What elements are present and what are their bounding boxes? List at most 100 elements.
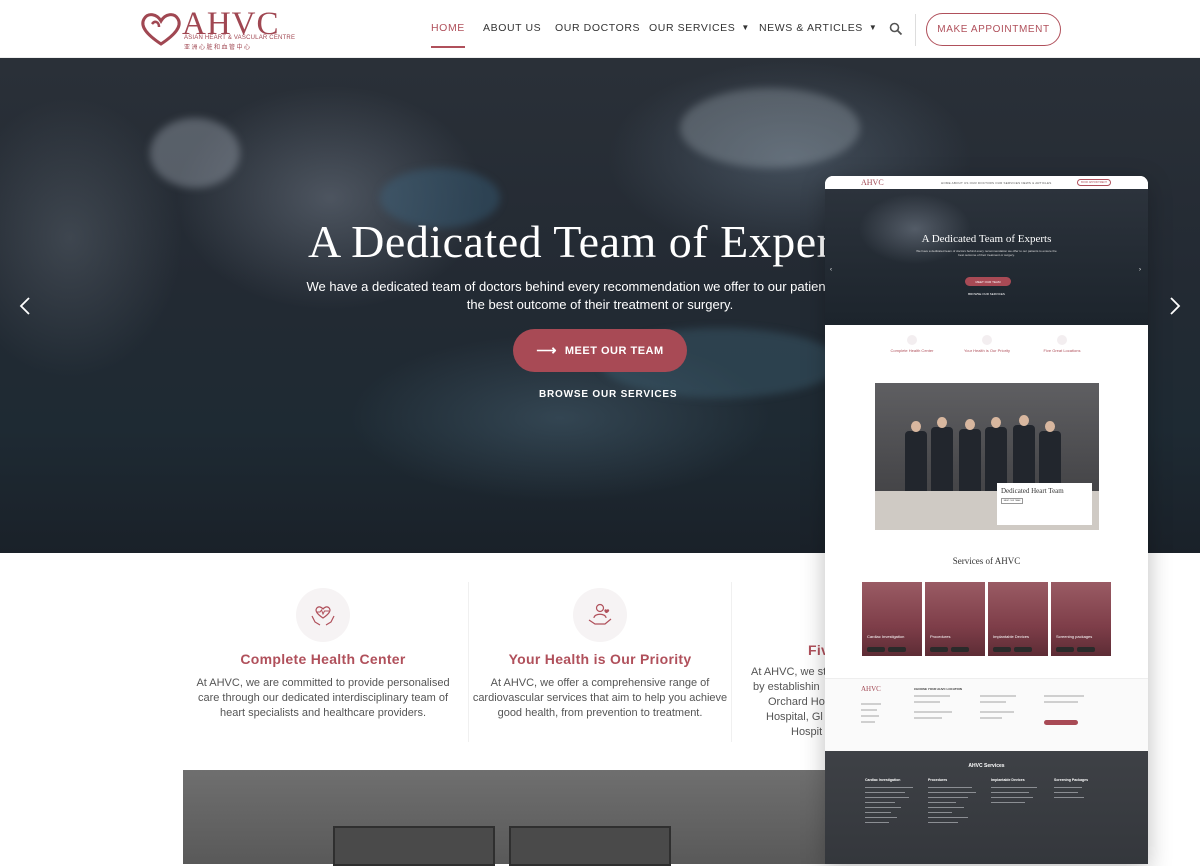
mockup-footer-line xyxy=(865,792,905,794)
team-member-head xyxy=(965,419,975,430)
team-member xyxy=(959,429,981,491)
feature-description: At AHVC, we offer a comprehensive range … xyxy=(472,677,728,719)
feature-title: Your Health is Our Priority xyxy=(508,651,692,667)
site-header: AHVC ASIAN HEART & VASCULAR CENTRE 亚洲心脏和… xyxy=(0,0,1200,58)
mockup-services-title: Services of AHVC xyxy=(952,556,1021,566)
mockup-team-card-title: Dedicated Heart Team xyxy=(1001,487,1064,495)
mockup-service-label: Screening packages xyxy=(1056,634,1093,639)
slider-prev-icon[interactable] xyxy=(18,296,32,316)
mockup-footer-line xyxy=(928,812,952,814)
mockup-footer-line xyxy=(865,812,891,814)
mockup-footer-line xyxy=(991,792,1029,794)
mockup-footer-line xyxy=(991,787,1037,789)
mockup-footer-line xyxy=(928,792,976,794)
mockup-team-card: Dedicated Heart Team MEET OUR TEAM xyxy=(997,483,1092,525)
search-icon[interactable] xyxy=(889,22,903,36)
site-logo[interactable]: AHVC ASIAN HEART & VASCULAR CENTRE 亚洲心脏和… xyxy=(138,6,295,51)
mockup-service-card: Implantable Devices xyxy=(988,582,1048,656)
hero-description: We have a dedicated team of doctors behi… xyxy=(306,279,894,312)
hand-heart-person-icon xyxy=(982,335,992,345)
mockup-footer-logo: AHVC xyxy=(861,685,881,693)
mockup-service-button xyxy=(1056,647,1074,652)
feature-title: Complete Health Center xyxy=(240,651,406,667)
mockup-text-line xyxy=(914,695,950,697)
feature-description: At AHVC, we are committed to provide per… xyxy=(196,677,450,719)
logo-subtitle: ASIAN HEART & VASCULAR CENTRE xyxy=(184,35,296,41)
team-member-head xyxy=(1019,415,1029,426)
team-member-head xyxy=(991,417,1001,428)
chevron-left-icon: ‹ xyxy=(830,267,832,273)
mockup-footer-line xyxy=(928,797,968,799)
slider-next-icon[interactable] xyxy=(1168,296,1182,316)
nav-news-articles[interactable]: NEWS & ARTICLES ▼ xyxy=(759,22,877,34)
clinic-door xyxy=(509,826,671,866)
heart-hands-icon xyxy=(907,335,917,345)
hero-background-light xyxy=(150,118,240,188)
mockup-service-label: Procedures xyxy=(930,634,951,639)
feature-locations: Fiv At AHVC, we st by establishin Orchar… xyxy=(745,588,835,740)
mockup-features: Complete Health Center Your Health is Ou… xyxy=(825,325,1148,385)
mockup-service-button xyxy=(930,647,948,652)
mockup-footer-line xyxy=(928,817,968,819)
team-member xyxy=(1013,425,1035,491)
mockup-service-card: Cardiac Investigation xyxy=(862,582,922,656)
mockup-feature: Five Great Locations xyxy=(1017,335,1107,353)
nav-our-services[interactable]: OUR SERVICES ▼ xyxy=(649,22,750,34)
mockup-service-button xyxy=(951,647,969,652)
arrow-right-icon: ⟶ xyxy=(536,342,557,358)
meet-our-team-button[interactable]: ⟶ MEET OUR TEAM xyxy=(513,329,687,372)
hero-background-lamp xyxy=(680,88,860,168)
feature-description-line: At AHVC, we st xyxy=(751,666,827,678)
mockup-footer-line xyxy=(928,822,958,824)
feature-health-priority: Your Health is Our Priority At AHVC, we … xyxy=(470,588,730,721)
feature-description-line: Orchard Ho xyxy=(768,696,825,708)
mockup-service-button xyxy=(993,647,1011,652)
mockup-footer-line xyxy=(928,807,964,809)
mockup-service-button xyxy=(867,647,885,652)
mockup-footer-line xyxy=(865,822,889,824)
mockup-hero-title: A Dedicated Team of Experts xyxy=(921,233,1052,245)
mockup-footer-line xyxy=(928,787,972,789)
mockup-service-card: Screening packages xyxy=(1051,582,1111,656)
mockup-footer-line xyxy=(1054,787,1082,789)
nav-home[interactable]: HOME xyxy=(431,22,465,48)
mockup-service-card: Procedures xyxy=(925,582,985,656)
team-member-head xyxy=(937,417,947,428)
mockup-header: AHVC HOME ABOUT US OUR DOCTORS OUR SERVI… xyxy=(825,176,1148,189)
mockup-footer-line xyxy=(928,802,956,804)
feature-description-line: Hospit xyxy=(791,726,823,738)
feature-description-line: Hospital, Gl xyxy=(766,711,823,723)
nav-about-us[interactable]: ABOUT US xyxy=(483,22,541,34)
mockup-footer-line xyxy=(991,802,1025,804)
browse-services-link[interactable]: BROWSE OUR SERVICES xyxy=(539,389,677,400)
mockup-footer-column-title: Screening Packages xyxy=(1054,778,1089,782)
website-mockup-preview: AHVC HOME ABOUT US OUR DOCTORS OUR SERVI… xyxy=(825,176,1148,864)
make-appointment-button[interactable]: MAKE APPOINTMENT xyxy=(926,13,1061,46)
chevron-down-icon: ▼ xyxy=(868,23,878,32)
meet-our-team-label: MEET OUR TEAM xyxy=(564,344,664,357)
team-member-head xyxy=(911,421,921,432)
mockup-team-photo: Dedicated Heart Team MEET OUR TEAM xyxy=(875,383,1099,530)
team-member xyxy=(905,431,927,491)
mockup-footer-line xyxy=(1054,797,1084,799)
mockup-footer-line xyxy=(865,807,901,809)
mockup-feature-title: Five Great Locations xyxy=(1043,348,1081,353)
mockup-team-card-button: MEET OUR TEAM xyxy=(1001,498,1023,504)
header-divider xyxy=(915,14,916,46)
heart-hands-icon xyxy=(296,588,350,642)
clinic-photo xyxy=(183,770,843,866)
mockup-footer-line xyxy=(865,802,895,804)
mockup-text-line xyxy=(1044,695,1084,697)
mockup-footer-line xyxy=(865,797,909,799)
feature-divider xyxy=(468,582,469,742)
mockup-service-label: Cardiac Investigation xyxy=(867,634,905,639)
mockup-footer-services: AHVC Services Cardiac Investigation Proc… xyxy=(825,751,1148,864)
mockup-footer-locations: AHVC CHOOSE YOUR AHVC LOCATION xyxy=(825,678,1148,751)
mockup-footer-button xyxy=(1044,720,1078,725)
mockup-text-line xyxy=(980,711,1014,713)
location-icon xyxy=(1057,335,1067,345)
nav-our-doctors[interactable]: OUR DOCTORS xyxy=(555,22,640,34)
mockup-text-line xyxy=(914,717,942,719)
mockup-service-label: Implantable Devices xyxy=(993,634,1030,639)
hero-title: A Dedicated Team of Experts xyxy=(308,216,865,267)
